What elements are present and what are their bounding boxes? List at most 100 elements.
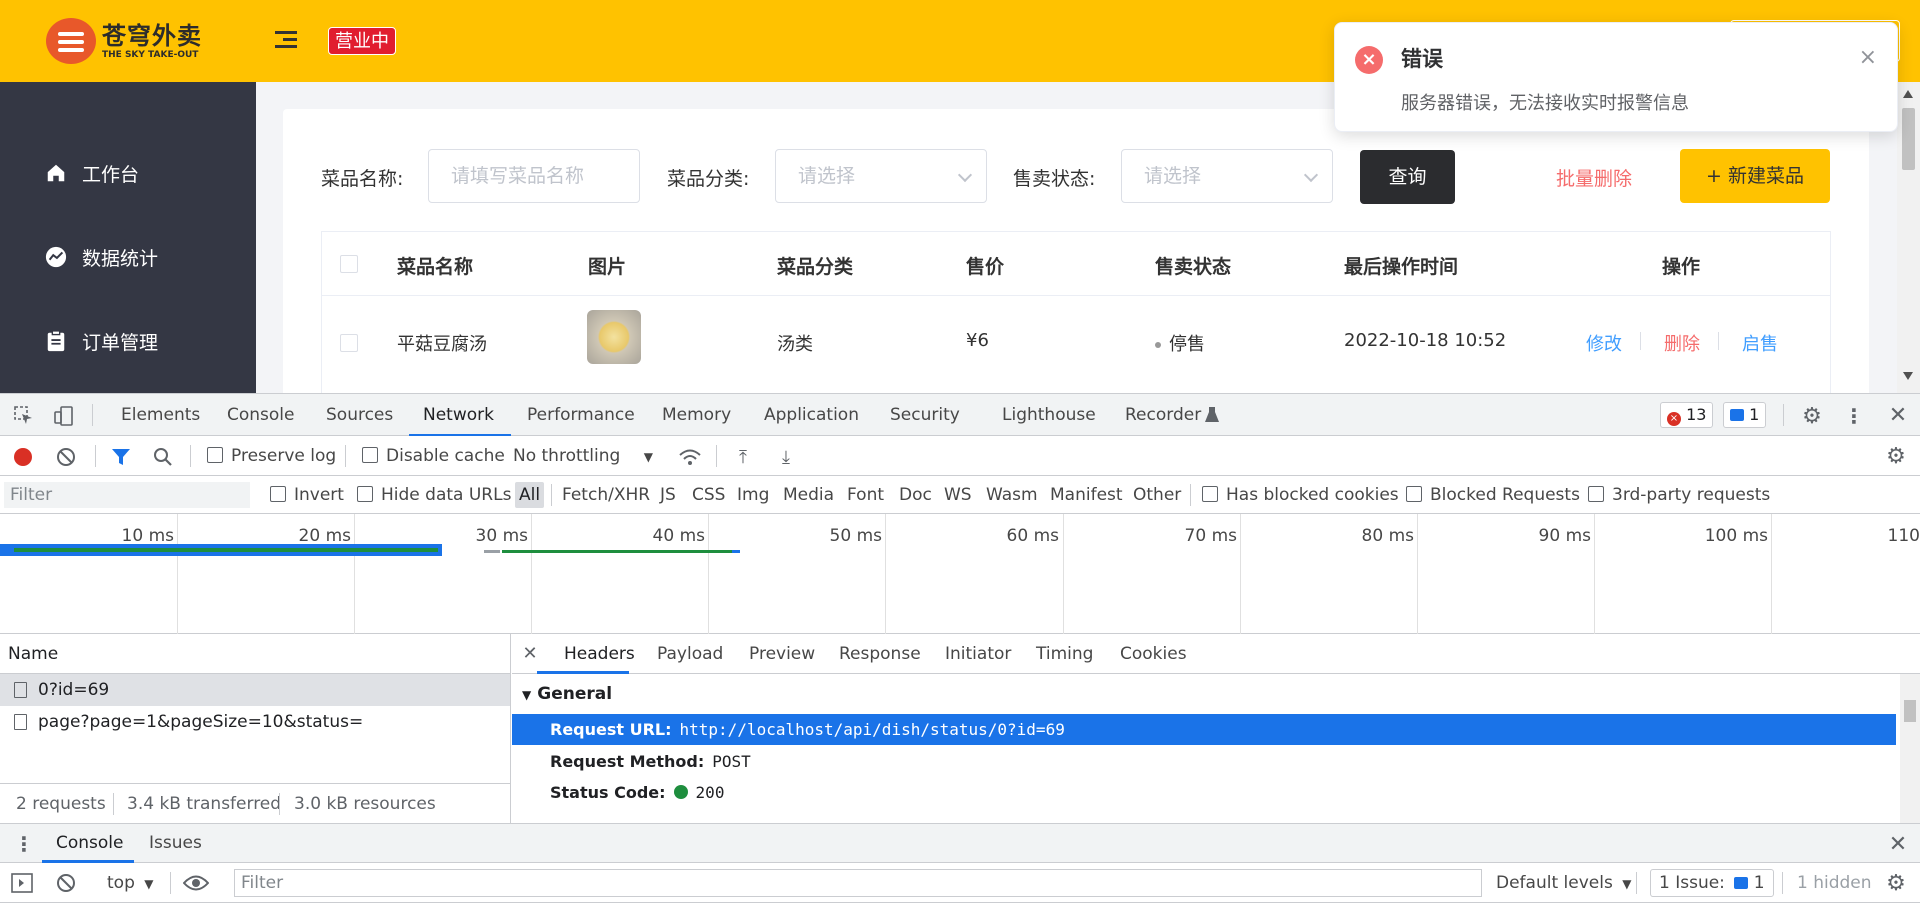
- menu-toggle-icon[interactable]: [275, 31, 297, 51]
- new-dish-button[interactable]: + 新建菜品: [1680, 149, 1830, 203]
- invert-checkbox[interactable]: Invert: [270, 485, 344, 505]
- tab-recorder[interactable]: Recorder: [1125, 405, 1201, 425]
- log-levels-select[interactable]: Default levels ▼: [1496, 873, 1631, 893]
- more-options-icon[interactable]: ⋮: [1842, 404, 1866, 428]
- close-icon[interactable]: ×: [1859, 45, 1877, 70]
- batch-delete-button[interactable]: 批量删除: [1556, 164, 1632, 191]
- sidebar-item-workbench[interactable]: 工作台: [44, 153, 139, 193]
- general-section-header[interactable]: ▼ General: [522, 684, 612, 704]
- tab-timing[interactable]: Timing: [1036, 644, 1093, 664]
- context-select[interactable]: top ▼: [107, 873, 154, 893]
- request-method-row[interactable]: Request Method: POST: [512, 746, 1896, 777]
- type-filter-img[interactable]: Img: [737, 485, 769, 505]
- tab-lighthouse[interactable]: Lighthouse: [1002, 405, 1096, 425]
- network-settings-gear-icon[interactable]: ⚙: [1884, 444, 1908, 469]
- row-checkbox[interactable]: [340, 334, 358, 352]
- tab-security[interactable]: Security: [890, 405, 960, 425]
- select-all-checkbox[interactable]: [340, 255, 358, 273]
- tab-response[interactable]: Response: [839, 644, 921, 664]
- tab-network[interactable]: Network: [423, 405, 494, 425]
- export-har-icon[interactable]: ⤓: [775, 446, 797, 468]
- disable-cache-checkbox[interactable]: Disable cache: [362, 446, 505, 466]
- tab-elements[interactable]: Elements: [121, 405, 200, 425]
- flask-icon: [1204, 406, 1220, 424]
- throttling-select[interactable]: No throttling ▼: [513, 446, 653, 466]
- type-filter-css[interactable]: CSS: [692, 485, 725, 505]
- type-filter-media[interactable]: Media: [783, 485, 834, 505]
- issue-count-badge[interactable]: 1: [1723, 402, 1767, 428]
- sidebar-item-statistics[interactable]: 数据统计: [44, 237, 158, 277]
- tab-performance[interactable]: Performance: [527, 405, 635, 425]
- live-expression-eye-icon[interactable]: [182, 872, 210, 894]
- name-column-header[interactable]: Name: [0, 634, 511, 674]
- tab-application[interactable]: Application: [764, 405, 859, 425]
- type-filter-js[interactable]: JS: [660, 485, 676, 505]
- scrollbar-thumb[interactable]: [1902, 108, 1915, 170]
- query-button[interactable]: 查询: [1360, 150, 1455, 204]
- delete-button[interactable]: 删除: [1664, 330, 1700, 356]
- tab-preview[interactable]: Preview: [749, 644, 815, 664]
- import-har-icon[interactable]: ⤒: [732, 446, 754, 468]
- request-row[interactable]: page?page=1&pageSize=10&status=: [0, 706, 510, 738]
- request-row[interactable]: 0?id=69: [0, 674, 510, 706]
- column-header: 菜品名称: [397, 256, 474, 278]
- type-filter-font[interactable]: Font: [847, 485, 884, 505]
- settings-gear-icon[interactable]: ⚙: [1800, 404, 1824, 429]
- drawer-menu-icon[interactable]: ⋮: [14, 832, 34, 856]
- request-url-row[interactable]: Request URL: http://localhost/api/dish/st…: [512, 714, 1896, 745]
- console-settings-gear-icon[interactable]: ⚙: [1884, 871, 1908, 896]
- clear-icon[interactable]: [55, 446, 77, 468]
- inspect-element-icon[interactable]: [12, 404, 36, 428]
- drawer-tab-console[interactable]: Console: [56, 833, 124, 853]
- close-drawer-icon[interactable]: ✕: [1886, 832, 1910, 857]
- dish-name-input[interactable]: 请填写菜品名称: [428, 149, 640, 203]
- enable-sale-button[interactable]: 启售: [1742, 330, 1778, 356]
- close-details-icon[interactable]: ✕: [522, 643, 538, 664]
- timeline-label: 60 ms: [1006, 526, 1059, 546]
- type-filter-fetch-xhr[interactable]: Fetch/XHR: [562, 485, 650, 505]
- type-filter-doc[interactable]: Doc: [899, 485, 932, 505]
- error-icon: ×: [1355, 46, 1383, 74]
- drawer-tab-issues[interactable]: Issues: [149, 833, 202, 853]
- error-count-badge[interactable]: × 13: [1660, 402, 1714, 428]
- scroll-up-icon[interactable]: [1903, 90, 1913, 98]
- tab-sources[interactable]: Sources: [326, 405, 393, 425]
- preserve-log-checkbox[interactable]: Preserve log: [207, 446, 336, 466]
- tab-payload[interactable]: Payload: [657, 644, 723, 664]
- network-filter-input[interactable]: Filter: [4, 482, 250, 508]
- sale-status-select[interactable]: 请选择: [1121, 149, 1333, 203]
- filter-icon[interactable]: [110, 446, 132, 468]
- network-conditions-icon[interactable]: [678, 446, 702, 468]
- type-filter-other[interactable]: Other: [1133, 485, 1181, 505]
- type-filter-all[interactable]: All: [515, 482, 545, 508]
- dish-category-select[interactable]: 请选择: [775, 149, 987, 203]
- type-filter-wasm[interactable]: Wasm: [986, 485, 1038, 505]
- tab-console[interactable]: Console: [227, 405, 295, 425]
- type-filter-ws[interactable]: WS: [944, 485, 972, 505]
- network-timeline[interactable]: 10 ms 20 ms 30 ms 40 ms 50 ms 60 ms 70 m…: [0, 514, 1920, 634]
- tab-memory[interactable]: Memory: [662, 405, 731, 425]
- hide-data-urls-checkbox[interactable]: Hide data URLs: [357, 485, 511, 505]
- page-scrollbar[interactable]: [1897, 82, 1920, 393]
- console-filter-input[interactable]: Filter: [234, 869, 1482, 897]
- search-icon[interactable]: [152, 446, 174, 468]
- details-tab-bar: ✕ Headers Payload Preview Response Initi…: [512, 634, 1920, 674]
- close-devtools-icon[interactable]: ✕: [1886, 403, 1910, 428]
- tab-headers[interactable]: Headers: [564, 644, 635, 664]
- blocked-requests-checkbox[interactable]: Blocked Requests: [1406, 485, 1580, 505]
- record-icon[interactable]: [12, 446, 34, 468]
- type-filter-manifest[interactable]: Manifest: [1050, 485, 1123, 505]
- tab-cookies[interactable]: Cookies: [1120, 644, 1187, 664]
- scroll-down-icon[interactable]: [1903, 372, 1913, 380]
- details-scrollbar[interactable]: [1900, 674, 1920, 827]
- show-sidebar-icon[interactable]: [10, 872, 34, 894]
- status-code-row[interactable]: Status Code: 200: [512, 777, 1896, 808]
- third-party-requests-checkbox[interactable]: 3rd-party requests: [1588, 485, 1770, 505]
- has-blocked-cookies-checkbox[interactable]: Has blocked cookies: [1202, 485, 1399, 505]
- clear-console-icon[interactable]: [55, 872, 77, 894]
- issues-count-button[interactable]: 1 Issue: 1: [1650, 869, 1774, 897]
- sidebar-item-orders[interactable]: 订单管理: [44, 321, 158, 361]
- device-toolbar-icon[interactable]: [52, 404, 76, 428]
- tab-initiator[interactable]: Initiator: [945, 644, 1011, 664]
- edit-button[interactable]: 修改: [1586, 330, 1622, 356]
